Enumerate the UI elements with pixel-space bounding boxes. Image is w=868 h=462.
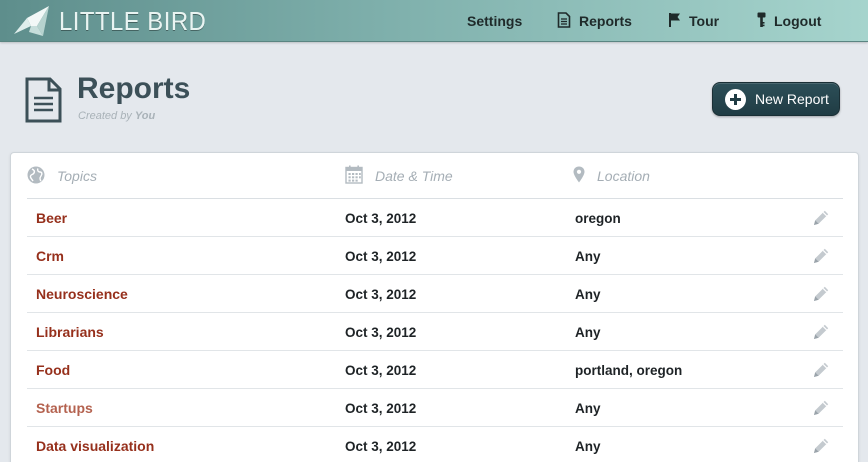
report-location: Any	[575, 400, 601, 416]
flag-icon	[668, 12, 681, 31]
reports-table: Topics Date & Time Location Beer Oct 3, …	[10, 152, 859, 462]
pencil-icon[interactable]	[811, 313, 831, 351]
pencil-icon[interactable]	[811, 351, 831, 389]
plus-circle-icon	[725, 88, 746, 110]
column-location-label: Location	[597, 168, 650, 184]
nav-reports-label: Reports	[579, 13, 632, 29]
pencil-icon[interactable]	[811, 389, 831, 427]
subtitle-owner: You	[134, 110, 156, 122]
nav-tour[interactable]: Tour	[668, 0, 719, 42]
column-header-date[interactable]: Date & Time	[345, 153, 453, 199]
new-report-button[interactable]: New Report	[712, 82, 840, 116]
nav-tour-label: Tour	[689, 13, 720, 29]
nav-logout-label: Logout	[774, 13, 822, 29]
page-title: Reports	[77, 72, 191, 105]
table-row: Food Oct 3, 2012 portland, oregon	[27, 351, 843, 389]
report-date: Oct 3, 2012	[345, 362, 417, 378]
table-row: Librarians Oct 3, 2012 Any	[27, 313, 843, 351]
top-navigation-bar: LITTLE BIRD Settings Reports Tour Logout	[0, 0, 868, 42]
paper-crane-icon	[13, 4, 51, 38]
report-topic-link[interactable]: Startups	[36, 389, 93, 427]
column-date-label: Date & Time	[375, 168, 453, 184]
key-icon	[757, 12, 766, 31]
pencil-icon[interactable]	[811, 199, 831, 237]
report-location: Any	[575, 248, 601, 264]
report-location: Any	[575, 438, 601, 454]
report-topic-link[interactable]: Crm	[36, 237, 64, 275]
document-icon	[557, 11, 571, 31]
pencil-icon[interactable]	[811, 275, 831, 313]
subtitle-prefix: Created by	[78, 110, 132, 122]
report-date: Oct 3, 2012	[345, 210, 417, 226]
new-report-label: New Report	[755, 91, 829, 107]
page-subtitle: Created by You	[78, 110, 155, 122]
calendar-icon	[345, 165, 363, 187]
report-location: Any	[575, 324, 601, 340]
column-topics-label: Topics	[57, 168, 97, 184]
app-logo[interactable]: LITTLE BIRD	[13, 3, 219, 39]
report-date: Oct 3, 2012	[345, 400, 417, 416]
nav-settings[interactable]: Settings	[467, 0, 522, 42]
pencil-icon[interactable]	[811, 427, 831, 462]
report-topic-link[interactable]: Beer	[36, 199, 67, 237]
report-location: portland, oregon	[575, 362, 683, 378]
pencil-icon[interactable]	[811, 237, 831, 275]
report-date: Oct 3, 2012	[345, 324, 417, 340]
report-date: Oct 3, 2012	[345, 286, 417, 302]
report-date: Oct 3, 2012	[345, 248, 417, 264]
report-location: oregon	[575, 210, 621, 226]
report-location: Any	[575, 286, 601, 302]
globe-icon	[27, 166, 45, 187]
column-header-location[interactable]: Location	[573, 153, 650, 199]
logo-text: LITTLE BIRD	[59, 5, 207, 36]
report-topic-link[interactable]: Data visualization	[36, 427, 154, 462]
table-row: Neuroscience Oct 3, 2012 Any	[27, 275, 843, 313]
report-date: Oct 3, 2012	[345, 438, 417, 454]
report-topic-link[interactable]: Librarians	[36, 313, 104, 351]
nav-reports[interactable]: Reports	[557, 0, 632, 42]
table-row: Startups Oct 3, 2012 Any	[27, 389, 843, 427]
table-row: Data visualization Oct 3, 2012 Any	[27, 427, 843, 462]
table-row: Beer Oct 3, 2012 oregon	[27, 199, 843, 237]
nav-logout[interactable]: Logout	[757, 0, 821, 42]
report-topic-link[interactable]: Neuroscience	[36, 275, 128, 313]
table-row: Crm Oct 3, 2012 Any	[27, 237, 843, 275]
report-topic-link[interactable]: Food	[36, 351, 70, 389]
column-header-topics[interactable]: Topics	[27, 153, 97, 199]
map-pin-icon	[573, 166, 585, 186]
table-header: Topics Date & Time Location	[27, 153, 843, 199]
nav-settings-label: Settings	[467, 13, 523, 29]
document-icon	[25, 77, 62, 128]
